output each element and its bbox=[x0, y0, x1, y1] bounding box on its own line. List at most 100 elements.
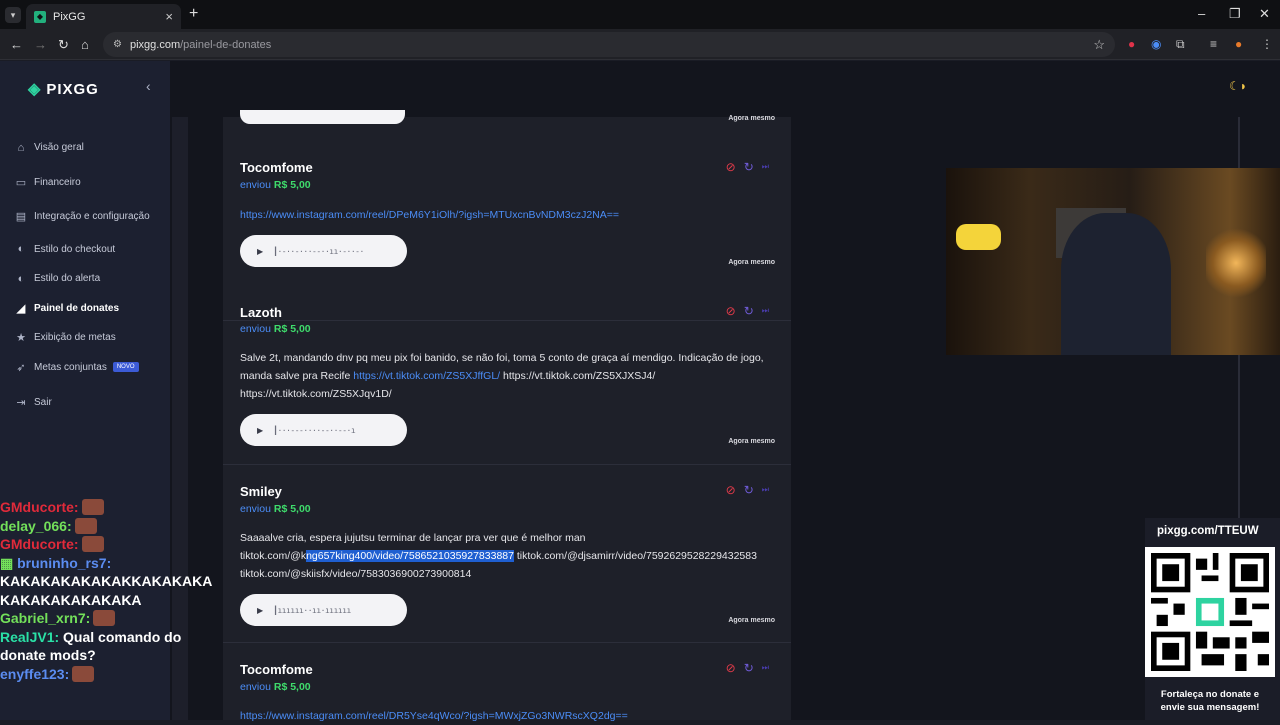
donation-amount: enviou R$ 5,00 bbox=[240, 681, 311, 693]
donation-actions: ⊘ ↻ ⏭ bbox=[726, 304, 769, 318]
url-domain: pixgg.com bbox=[129, 38, 181, 51]
browser-tab[interactable]: ◆ PixGG × bbox=[26, 4, 181, 29]
ban-icon[interactable]: ⊘ bbox=[726, 661, 736, 675]
collapse-sidebar-icon[interactable]: ‹ bbox=[146, 78, 151, 94]
chat-username: GMducorte: bbox=[0, 499, 79, 515]
ban-icon[interactable]: ⊘ bbox=[726, 483, 736, 497]
sidebar-item-label: Metas conjuntas bbox=[34, 361, 107, 373]
amount-value: R$ 5,00 bbox=[273, 681, 311, 693]
extension-icon[interactable]: ◉ bbox=[1151, 37, 1161, 51]
play-icon[interactable]: ▶ bbox=[257, 247, 263, 256]
minimize-icon[interactable]: – bbox=[1198, 6, 1205, 21]
amount-value: R$ 5,00 bbox=[273, 323, 311, 335]
chat-overlay: GMducorte: delay_066: GMducorte: ▦ bruni… bbox=[0, 498, 222, 683]
home-icon[interactable]: ⌂ bbox=[81, 37, 89, 52]
skip-icon[interactable]: ⏭ bbox=[762, 663, 769, 675]
media-icon[interactable]: ≡ bbox=[1210, 37, 1217, 51]
audio-player[interactable]: ▶ ┃ıııııı··ıı·ıııııı bbox=[240, 594, 407, 626]
play-icon[interactable]: ▶ bbox=[257, 606, 263, 615]
back-icon[interactable]: ← bbox=[10, 37, 23, 52]
skip-icon[interactable]: ⏭ bbox=[762, 162, 769, 174]
waveform[interactable]: ┃···---····--··--·ı bbox=[273, 426, 356, 435]
home-icon: ⌂ bbox=[17, 141, 25, 154]
webcam-overlay bbox=[946, 168, 1280, 355]
close-window-icon[interactable]: ✕ bbox=[1259, 6, 1270, 22]
waveform[interactable]: ┃·-··-···--··ıı·-··-· bbox=[273, 247, 364, 256]
ban-icon[interactable]: ⊘ bbox=[726, 160, 736, 174]
message-link[interactable]: https://www.instagram.com/reel/DPeM6Y1iO… bbox=[240, 209, 619, 221]
browser-menu-icon[interactable]: ⋮ bbox=[1261, 37, 1273, 51]
chat-username: RealJV1: bbox=[0, 628, 60, 645]
sidebar-item-label: Exibição de metas bbox=[34, 332, 116, 344]
sidebar-item-estilo-checkout[interactable]: ◐ Estilo do checkout bbox=[14, 235, 164, 265]
sidebar-item-label: Visão geral bbox=[34, 142, 84, 154]
qr-code bbox=[1145, 547, 1275, 677]
donation-card: Tocomfome ⊘ ↻ ⏭ enviou R$ 5,00 https://w… bbox=[223, 643, 791, 722]
audio-player[interactable] bbox=[240, 110, 405, 124]
replay-icon[interactable]: ↻ bbox=[744, 304, 754, 318]
donor-name: Smiley bbox=[240, 484, 282, 499]
streamer-silhouette bbox=[1061, 213, 1171, 355]
tab-search-icon[interactable]: ▾ bbox=[5, 7, 21, 23]
sidebar-item-integracao[interactable]: ▤ Integração e configuração bbox=[14, 202, 164, 232]
sidebar-item-painel-donates[interactable]: ◢ Painel de donates bbox=[14, 294, 164, 324]
skip-icon[interactable]: ⏭ bbox=[762, 485, 769, 497]
close-tab-icon[interactable]: × bbox=[165, 9, 173, 24]
ban-icon[interactable]: ⊘ bbox=[726, 304, 736, 318]
donation-actions: ⊘ ↻ ⏭ bbox=[726, 661, 769, 675]
site-info-icon[interactable]: ⚙ bbox=[113, 39, 122, 50]
profile-avatar-icon[interactable]: ● bbox=[1235, 37, 1242, 51]
theme-toggle-icon[interactable]: ☾◗ bbox=[1229, 79, 1247, 93]
bookmark-star-icon[interactable]: ☆ bbox=[1093, 37, 1105, 53]
donation-time: Agora mesmo bbox=[728, 259, 775, 266]
play-icon[interactable]: ▶ bbox=[257, 426, 263, 435]
chat-message: RealJV1: Qual comando do donate mods? bbox=[0, 628, 222, 665]
donor-name: Tocomfome bbox=[240, 662, 313, 677]
waveform[interactable]: ┃ıııııı··ıı·ıııııı bbox=[273, 606, 351, 615]
replay-icon[interactable]: ↻ bbox=[744, 483, 754, 497]
emote-icon bbox=[74, 517, 97, 534]
restore-icon[interactable]: ❐ bbox=[1229, 6, 1241, 22]
skip-icon[interactable]: ⏭ bbox=[762, 306, 769, 318]
sidebar-nav: ⌂ Visão geral ▭ Financeiro ▤ Integração e c… bbox=[14, 133, 164, 418]
url-path: /painel-de-donates bbox=[180, 38, 272, 51]
sidebar-item-label: Estilo do checkout bbox=[34, 243, 116, 255]
donation-amount: enviou R$ 5,00 bbox=[240, 179, 311, 191]
chat-username: enyffe123: bbox=[0, 665, 70, 682]
sidebar-item-label: Painel de donates bbox=[34, 302, 120, 314]
donor-name: Tocomfome bbox=[240, 160, 313, 175]
audio-player[interactable]: ▶ ┃···---····--··--·ı bbox=[240, 414, 407, 446]
message-link[interactable]: https://vt.tiktok.com/ZS5XJffGL/ bbox=[353, 370, 500, 382]
amount-value: R$ 5,00 bbox=[273, 179, 311, 191]
replay-icon[interactable]: ↻ bbox=[744, 160, 754, 174]
sidebar-item-financeiro[interactable]: ▭ Financeiro bbox=[14, 168, 164, 198]
selected-text[interactable]: ng657king400/video/7586521035927833887 bbox=[306, 550, 514, 562]
qr-code-icon bbox=[1151, 553, 1269, 671]
sidebar-item-exibicao-metas[interactable]: ★ Exibição de metas bbox=[14, 323, 164, 353]
extensions-puzzle-icon[interactable]: ⧉ bbox=[1176, 37, 1185, 52]
qr-overlay: pixgg.com/TTEUW Fortaleça no donate e env… bbox=[1145, 518, 1280, 720]
audio-player[interactable]: ▶ ┃·-··-···--··ıı·-··-· bbox=[240, 235, 407, 267]
sidebar-item-metas-conjuntas[interactable]: ➶ Metas conjuntas NOVO bbox=[14, 353, 164, 383]
sidebar-item-sair[interactable]: ⇥ Sair bbox=[14, 388, 164, 418]
donation-amount: enviou R$ 5,00 bbox=[240, 323, 311, 335]
replay-icon[interactable]: ↻ bbox=[744, 661, 754, 675]
pixgg-favicon-icon: ◆ bbox=[34, 10, 46, 23]
message-link[interactable]: https://www.instagram.com/reel/DR5Yse4qW… bbox=[240, 710, 628, 722]
settings-icon: ▤ bbox=[15, 211, 27, 224]
extension-icon[interactable]: ● bbox=[1128, 37, 1135, 51]
logout-icon: ⇥ bbox=[16, 397, 26, 410]
forward-icon[interactable]: → bbox=[34, 37, 47, 52]
sidebar-item-estilo-alerta[interactable]: ◐ Estilo do alerta bbox=[14, 264, 164, 294]
browser-tabstrip: ▾ ◆ PixGG × + – ❐ ✕ bbox=[0, 0, 1280, 29]
donation-time: Agora mesmo bbox=[728, 617, 775, 624]
sidebar-item-visao-geral[interactable]: ⌂ Visão geral bbox=[14, 133, 164, 163]
chat-message: GMducorte: bbox=[0, 498, 222, 517]
pixgg-logo-icon: ◈ bbox=[28, 81, 42, 98]
url-input[interactable]: ⚙ pixgg.com/painel-de-donates ☆ bbox=[103, 32, 1115, 57]
brand-logo[interactable]: ◈ PIXGG bbox=[28, 79, 99, 99]
reload-icon[interactable]: ↻ bbox=[58, 37, 69, 53]
palette-icon: ◐ bbox=[17, 243, 25, 256]
chat-text: KAKAKAKAKAKAKKAKAKAKA KAKAKAKAKAKAKA bbox=[0, 573, 212, 608]
new-tab-icon[interactable]: + bbox=[189, 5, 198, 23]
